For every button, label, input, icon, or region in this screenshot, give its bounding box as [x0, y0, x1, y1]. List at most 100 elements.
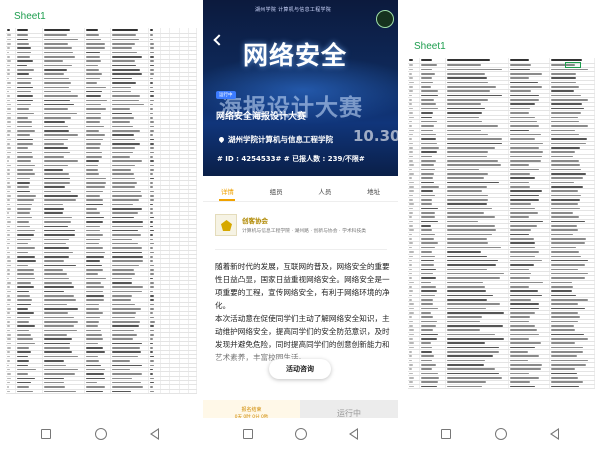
cell-text-placeholder: [85, 229, 101, 232]
cell-text-placeholder: [510, 311, 535, 314]
consult-button[interactable]: 活动咨询: [269, 359, 331, 379]
right-sheet-title[interactable]: Sheet1: [414, 41, 446, 52]
cell-text-placeholder: [446, 298, 488, 301]
sheet-cell[interactable]: [508, 384, 551, 390]
cell-text-placeholder: [85, 164, 98, 167]
cell-text-placeholder: [7, 364, 10, 367]
sheet-cell[interactable]: [15, 389, 43, 395]
cell-text-placeholder: [43, 229, 75, 232]
cell-text-placeholder: [43, 286, 75, 288]
cell-text-placeholder: [510, 303, 540, 305]
cell-text-placeholder: [17, 386, 29, 388]
cell-text-placeholder: [43, 321, 78, 323]
cell-text-placeholder: [43, 43, 69, 45]
middle-recents-button[interactable]: [240, 426, 256, 442]
cell-text-placeholder: [551, 385, 579, 388]
cell-text-placeholder: [17, 221, 29, 223]
left-home-button[interactable]: [93, 426, 109, 442]
left-sheet-title[interactable]: Sheet1: [14, 11, 46, 22]
cell-text-placeholder: [7, 381, 11, 384]
cell-text-placeholder: [43, 212, 64, 215]
cell-text-placeholder: [7, 225, 10, 228]
sheet-cell[interactable]: [148, 389, 161, 395]
cell-text-placeholder: [17, 73, 29, 76]
cell-text-placeholder: [43, 138, 69, 141]
sheet-table[interactable]: [6, 28, 197, 395]
cell-text-placeholder: [112, 268, 135, 271]
sheet-cell[interactable]: [169, 389, 180, 395]
cell-text-placeholder: [150, 203, 154, 206]
sheet-cell[interactable]: [160, 389, 171, 395]
cell-text-placeholder: [551, 199, 580, 201]
left-sheet-grid[interactable]: [6, 28, 197, 398]
cell-text-placeholder: [112, 47, 132, 49]
cell-text-placeholder: [17, 82, 31, 84]
cell-text-placeholder: [43, 381, 65, 384]
selected-cell[interactable]: [565, 62, 581, 68]
right-recents-button[interactable]: [438, 426, 454, 442]
cell-text-placeholder: [150, 103, 153, 106]
sheet-cell[interactable]: [84, 389, 112, 395]
cell-text-placeholder: [17, 299, 33, 301]
organizer-card[interactable]: 创客协会 计算机与信息工程学院 · 湖州路 · 创新与协会 · 学术科技类: [215, 210, 387, 244]
cell-text-placeholder: [510, 107, 531, 110]
right-sheet-grid[interactable]: [408, 58, 595, 396]
cell-text-placeholder: [112, 108, 131, 110]
cell-text-placeholder: [510, 368, 542, 371]
left-recents-button[interactable]: [38, 426, 54, 442]
middle-home-button[interactable]: [293, 426, 309, 442]
sheet-cell[interactable]: [419, 384, 446, 390]
sheet-row: [408, 384, 595, 390]
cell-text-placeholder: [510, 220, 543, 223]
cell-text-placeholder: [150, 151, 154, 154]
sheet-cell[interactable]: [110, 389, 150, 395]
cell-text-placeholder: [409, 94, 413, 97]
left-back-button[interactable]: [147, 426, 163, 442]
cell-text-placeholder: [551, 159, 579, 162]
middle-back-button[interactable]: [345, 426, 361, 442]
cell-text-placeholder: [85, 43, 105, 45]
cell-text-placeholder: [420, 199, 432, 201]
cell-text-placeholder: [446, 216, 495, 218]
tab-details[interactable]: 详情: [221, 186, 234, 196]
cell-text-placeholder: [446, 81, 489, 84]
cell-text-placeholder: [43, 208, 65, 210]
sheet-cell[interactable]: [6, 389, 16, 395]
cell-text-placeholder: [43, 255, 70, 258]
cell-text-placeholder: [150, 234, 153, 236]
tab-address[interactable]: 地址: [367, 186, 380, 196]
cell-text-placeholder: [420, 364, 437, 366]
cell-text-placeholder: [7, 303, 11, 306]
tab-members[interactable]: 组员: [270, 186, 283, 196]
tab-people[interactable]: 人员: [318, 186, 331, 196]
cell-text-placeholder: [551, 359, 588, 362]
cell-text-placeholder: [510, 259, 543, 262]
right-home-button[interactable]: [493, 426, 509, 442]
cell-text-placeholder: [446, 242, 488, 245]
sheet-cell[interactable]: [445, 384, 510, 390]
sheet-cell[interactable]: [188, 389, 197, 395]
cell-text-placeholder: [409, 325, 414, 327]
sheet-cell[interactable]: [549, 384, 595, 390]
cell-text-placeholder: [7, 325, 11, 327]
cell-text-placeholder: [551, 73, 576, 75]
cell-text-placeholder: [17, 212, 31, 215]
cell-text-placeholder: [551, 342, 576, 344]
sheet-cell[interactable]: [179, 389, 190, 395]
cell-text-placeholder: [7, 142, 11, 145]
cell-text-placeholder: [112, 116, 135, 119]
cell-text-placeholder: [409, 86, 413, 88]
cell-text-placeholder: [551, 290, 573, 292]
chevron-left-icon[interactable]: [213, 34, 225, 46]
cell-text-placeholder: [43, 203, 64, 206]
cell-text-placeholder: [85, 142, 101, 145]
sheet-table[interactable]: [408, 58, 595, 390]
right-back-button[interactable]: [547, 426, 563, 442]
cell-text-placeholder: [112, 260, 143, 262]
cell-text-placeholder: [112, 156, 130, 158]
cell-text-placeholder: [510, 138, 535, 140]
sheet-cell[interactable]: [408, 384, 420, 390]
cell-text-placeholder: [150, 342, 154, 345]
cell-text-placeholder: [43, 156, 65, 158]
sheet-cell[interactable]: [42, 389, 85, 395]
